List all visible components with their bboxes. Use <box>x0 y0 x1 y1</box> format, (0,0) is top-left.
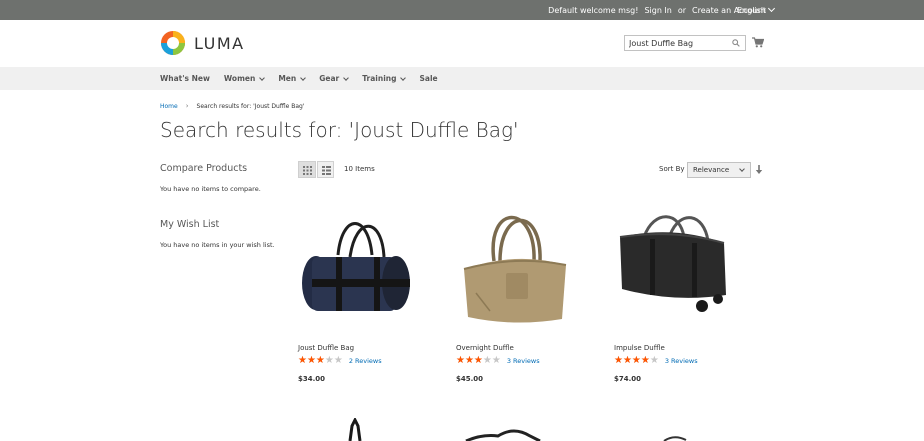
rating-fill: ★★★★★ <box>456 356 483 366</box>
rating-fill: ★★★★★ <box>614 356 650 366</box>
nav-item-label: What's New <box>160 74 210 83</box>
product-price: $34.00 <box>298 375 326 383</box>
list-view-icon <box>322 166 331 175</box>
wishlist-title: My Wish List <box>160 219 220 230</box>
nav-item-label: Women <box>223 74 256 83</box>
product-image[interactable] <box>462 418 542 441</box>
chevron-down-icon <box>343 74 350 81</box>
language-switcher[interactable]: English <box>737 0 775 20</box>
nav-item-label: Training <box>362 74 397 83</box>
breadcrumb-current: Search results for: 'Joust Duffle Bag' <box>196 102 305 110</box>
reviews-link[interactable]: 3 Reviews <box>507 357 540 365</box>
luma-logo-icon <box>161 31 185 55</box>
rating-stars: ★★★★★ ★★★★★ <box>614 355 659 366</box>
product-rating: ★★★★★ ★★★★★ 3 Reviews <box>456 356 540 366</box>
sign-in-link[interactable]: Sign In <box>644 6 671 15</box>
compare-products-title: Compare Products <box>160 163 248 174</box>
search-box <box>624 35 746 51</box>
product-price: $74.00 <box>614 375 642 383</box>
cart-icon[interactable] <box>752 37 764 48</box>
header-links: Default welcome msg! Sign In or Create a… <box>548 0 766 20</box>
wishlist-empty-text: You have no items in your wish list. <box>160 241 275 249</box>
product-name-link[interactable]: Overnight Duffle <box>456 344 514 352</box>
top-panel: Default welcome msg! Sign In or Create a… <box>0 0 924 20</box>
sort-by-label: Sort By <box>659 165 685 173</box>
reviews-link[interactable]: 3 Reviews <box>665 357 698 365</box>
search-icon[interactable] <box>732 39 740 47</box>
list-view-button[interactable] <box>317 161 334 178</box>
grid-view-icon <box>303 166 312 175</box>
chevron-down-icon <box>767 4 775 13</box>
compare-empty-text: You have no items to compare. <box>160 185 261 193</box>
breadcrumb-separator: › <box>185 102 189 110</box>
welcome-message: Default welcome msg! <box>548 5 639 15</box>
breadcrumb: Home › Search results for: 'Joust Duffle… <box>160 102 304 110</box>
page-title: Search results for: 'Joust Duffle Bag' <box>160 118 519 142</box>
nav-item-label: Sale <box>419 74 438 83</box>
rating-stars: ★★★★★ ★★★★★ <box>298 355 343 366</box>
nav-item-sale[interactable]: Sale <box>419 74 437 83</box>
product-image[interactable] <box>298 203 428 333</box>
nav-item-men[interactable]: Men <box>278 74 307 83</box>
chevron-down-icon <box>400 74 407 81</box>
nav-item-label: Gear <box>319 74 340 83</box>
toolbar-item-count: 10 Items <box>344 165 375 173</box>
main-navigation: What's New Women Men Gear Training Sale <box>0 67 924 90</box>
chevron-down-icon <box>739 166 745 172</box>
grid-view-button[interactable] <box>298 161 316 178</box>
rating-fill: ★★★★★ <box>298 356 325 366</box>
rating-stars: ★★★★★ ★★★★★ <box>456 355 501 366</box>
nav-item-gear[interactable]: Gear <box>319 74 350 83</box>
nav-item-women[interactable]: Women <box>223 74 266 83</box>
product-rating: ★★★★★ ★★★★★ 2 Reviews <box>298 356 382 366</box>
product-image[interactable] <box>660 418 690 441</box>
sort-by-value: Relevance <box>693 166 730 174</box>
chevron-down-icon <box>259 74 266 81</box>
logo-link[interactable]: LUMA <box>160 30 245 56</box>
product-image[interactable] <box>340 418 370 441</box>
nav-item-whats-new[interactable]: What's New <box>160 74 210 83</box>
product-name-link[interactable]: Joust Duffle Bag <box>298 344 354 352</box>
product-image[interactable] <box>456 203 586 333</box>
sort-by-select[interactable]: Relevance <box>687 162 751 178</box>
breadcrumb-home-link[interactable]: Home <box>160 103 178 110</box>
nav-item-label: Men <box>278 74 297 83</box>
product-image[interactable] <box>614 203 744 333</box>
or-text: or <box>677 5 687 15</box>
logo-text: LUMA <box>194 33 245 53</box>
product-price: $45.00 <box>456 375 484 383</box>
search-input[interactable] <box>625 36 729 50</box>
chevron-down-icon <box>300 74 307 81</box>
reviews-link[interactable]: 2 Reviews <box>349 357 382 365</box>
product-name-link[interactable]: Impulse Duffle <box>614 344 665 352</box>
sort-direction-arrow-down-icon[interactable] <box>755 165 763 175</box>
product-rating: ★★★★★ ★★★★★ 3 Reviews <box>614 356 698 366</box>
language-label: English <box>737 5 766 15</box>
nav-item-training[interactable]: Training <box>362 74 407 83</box>
